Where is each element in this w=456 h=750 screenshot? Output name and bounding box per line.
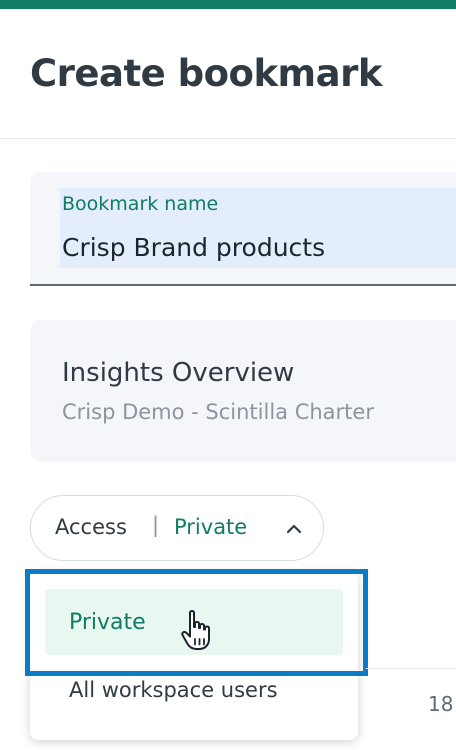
access-separator: | — [152, 513, 160, 537]
access-dropdown-menu: Private All workspace users — [30, 572, 358, 740]
background-count-text: 18 — [428, 692, 454, 716]
chevron-up-icon — [286, 524, 302, 534]
bookmark-name-field[interactable]: Bookmark name — [30, 172, 456, 286]
top-accent-bar — [0, 0, 456, 9]
dashboard-card: Insights Overview Crisp Demo - Scintilla… — [30, 320, 456, 462]
access-label: Access — [55, 515, 127, 539]
header-divider — [0, 138, 456, 139]
menu-item-all-workspace-users[interactable]: All workspace users — [45, 670, 343, 718]
page-title: Create bookmark — [30, 52, 382, 95]
menu-item-label: Private — [69, 610, 146, 635]
dashboard-subtitle: Crisp Demo - Scintilla Charter — [62, 400, 374, 424]
dashboard-title: Insights Overview — [62, 358, 295, 388]
access-dropdown-button[interactable]: Access | Private — [30, 495, 324, 561]
access-value: Private — [174, 515, 248, 539]
background-divider — [366, 668, 456, 669]
menu-item-label: All workspace users — [69, 678, 278, 702]
bookmark-name-label: Bookmark name — [62, 193, 219, 215]
create-bookmark-page: Create bookmark Bookmark name Insights O… — [0, 0, 456, 750]
menu-item-private[interactable]: Private — [45, 589, 343, 655]
